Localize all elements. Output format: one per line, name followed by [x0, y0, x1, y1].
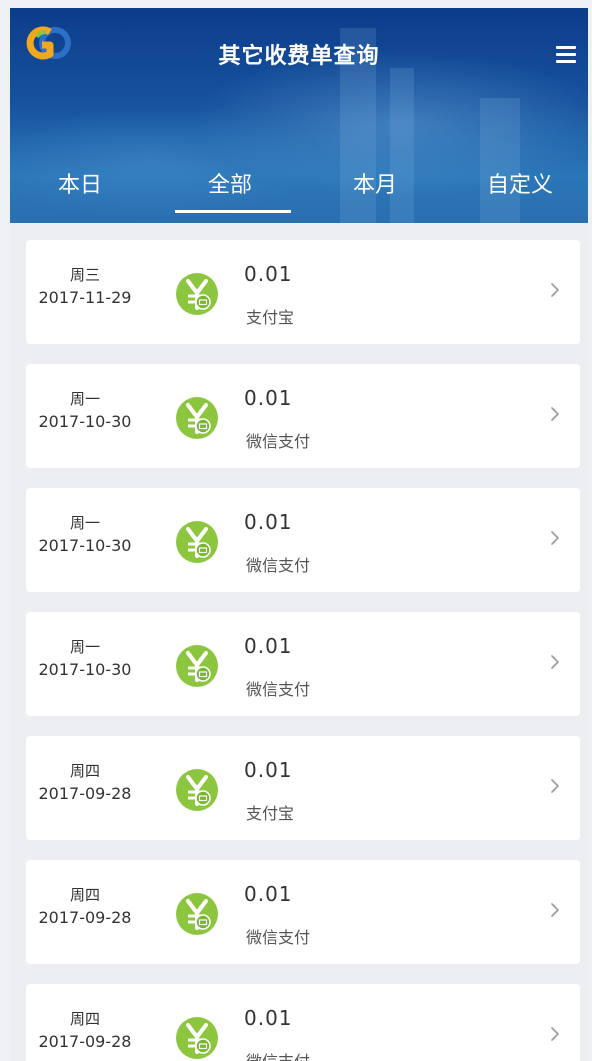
hamburger-menu-icon-bar	[556, 53, 576, 56]
record-weekday: 周四	[69, 1010, 100, 1028]
record-date: 2017-10-30	[38, 660, 132, 679]
record-amount: 0.01	[244, 262, 293, 286]
record-date-block: 周一 2017-10-30	[26, 388, 144, 434]
record-date: 2017-10-30	[38, 412, 132, 431]
active-tab-underline	[175, 210, 291, 213]
page-title: 其它收费单查询	[218, 44, 380, 69]
record-weekday: 周四	[69, 886, 100, 904]
yuan-payment-icon	[176, 769, 218, 811]
record-amount: 0.01	[244, 386, 293, 410]
chevron-right-icon	[551, 779, 559, 793]
record-date: 2017-09-28	[38, 1032, 132, 1051]
record-weekday: 周四	[69, 762, 100, 780]
record-weekday: 周一	[69, 390, 100, 408]
tab-label: 自定义	[486, 173, 553, 198]
tab-label: 全部	[207, 173, 252, 198]
record-payment-method: 微信支付	[246, 680, 311, 699]
payment-record-card[interactable]: 周四 2017-09-28 0.01 微信支付	[26, 860, 580, 964]
record-weekday: 周一	[69, 514, 100, 532]
filter-tabs: 本日 全部 本月 自定义	[10, 168, 588, 218]
record-amount: 0.01	[244, 1006, 293, 1030]
yuan-payment-icon	[176, 645, 218, 687]
chevron-right-icon	[551, 407, 559, 421]
payment-record-card[interactable]: 周一 2017-10-30 0.01 微信支付	[26, 612, 580, 716]
yuan-payment-icon	[176, 521, 218, 563]
record-date-block: 周三 2017-11-29	[26, 264, 144, 310]
record-date-block: 周一 2017-10-30	[26, 636, 144, 682]
header: 其它收费单查询 本日 全部 本月 自定义	[10, 8, 588, 223]
yuan-payment-icon	[176, 397, 218, 439]
record-date: 2017-09-28	[38, 784, 132, 803]
record-payment-method: 微信支付	[246, 1048, 310, 1061]
record-payment-method: 支付宝	[246, 308, 295, 327]
tab-today[interactable]: 本日	[25, 168, 135, 213]
record-payment-method: 微信支付	[246, 432, 311, 451]
yuan-payment-icon	[176, 273, 218, 315]
tab-this-month[interactable]: 本月	[320, 168, 430, 213]
tab-all[interactable]: 全部	[175, 168, 291, 213]
record-date-block: 周四 2017-09-28	[26, 1008, 144, 1054]
payment-record-card[interactable]: 周四 2017-09-28 0.01 微信支付	[26, 984, 580, 1061]
payment-record-card[interactable]: 周一 2017-10-30 0.01 微信支付	[26, 364, 580, 468]
record-amount: 0.01	[244, 758, 293, 782]
tab-custom[interactable]: 自定义	[465, 168, 575, 213]
chevron-right-icon	[551, 903, 559, 917]
record-payment-method: 微信支付	[246, 928, 311, 947]
record-date: 2017-10-30	[38, 536, 132, 555]
record-date-block: 周四 2017-09-28	[26, 760, 144, 806]
record-amount: 0.01	[244, 882, 293, 906]
tab-label: 本日	[57, 173, 102, 198]
record-date-block: 周一 2017-10-30	[26, 512, 144, 558]
record-payment-method: 微信支付	[246, 556, 311, 575]
record-payment-method: 支付宝	[246, 804, 295, 823]
payment-record-card[interactable]: 周四 2017-09-28 0.01 支付宝	[26, 736, 580, 840]
record-amount: 0.01	[244, 510, 293, 534]
chevron-right-icon	[551, 531, 559, 545]
tab-label: 本月	[352, 173, 397, 198]
record-weekday: 周一	[69, 638, 100, 656]
payment-record-card[interactable]: 周一 2017-10-30 0.01 微信支付	[26, 488, 580, 592]
chevron-right-icon	[551, 1027, 559, 1041]
record-date: 2017-09-28	[38, 908, 132, 927]
record-date: 2017-11-29	[38, 288, 132, 307]
hamburger-menu-icon	[556, 46, 576, 49]
payment-record-card[interactable]: 周三 2017-11-29 0.01 支付宝	[26, 240, 580, 344]
chevron-right-icon	[551, 283, 559, 297]
menu-button[interactable]	[556, 46, 576, 64]
yuan-payment-icon	[176, 1017, 218, 1059]
hamburger-menu-icon-bar	[556, 60, 576, 63]
record-weekday: 周三	[69, 266, 100, 284]
yuan-payment-icon	[176, 893, 218, 935]
record-date-block: 周四 2017-09-28	[26, 884, 144, 930]
record-amount: 0.01	[244, 634, 293, 658]
app-screen: 其它收费单查询 本日 全部 本月 自定义 周三 2017-11-29 0.01 …	[10, 8, 588, 1061]
chevron-right-icon	[551, 655, 559, 669]
